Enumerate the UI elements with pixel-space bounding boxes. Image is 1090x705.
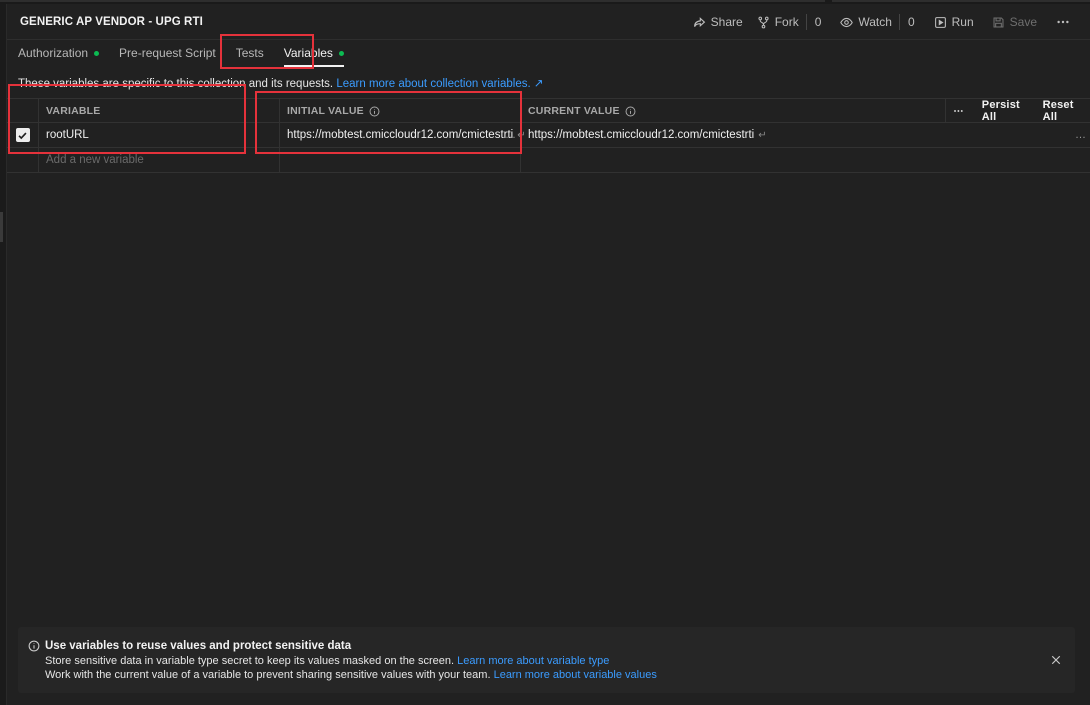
play-icon [934, 16, 946, 28]
learn-more-variable-type-link[interactable]: Learn more about variable type [457, 655, 609, 667]
banner-line-text: Work with the current value of a variabl… [45, 669, 491, 681]
fork-label: Fork [774, 15, 799, 29]
info-icon[interactable] [369, 106, 380, 117]
banner-line-text: Store sensitive data in variable type se… [45, 655, 455, 667]
table-header-row: VARIABLE INITIAL VALUE CURRENT VALUE Per… [7, 98, 1090, 123]
variable-name: rootURL [46, 129, 89, 141]
watch-button[interactable]: Watch [833, 12, 899, 32]
overflow-ellipsis-icon[interactable]: … [1075, 129, 1086, 141]
share-icon [693, 16, 705, 27]
row-checkbox-cell [7, 148, 39, 172]
sidebar-resize-handle[interactable] [0, 212, 3, 242]
tab-label: Pre-request Script [119, 46, 216, 60]
fork-button[interactable]: Fork [750, 12, 806, 32]
persist-all-button[interactable]: Persist All [982, 99, 1025, 123]
row-checkbox-cell [7, 123, 39, 147]
eye-icon [840, 17, 854, 27]
fork-icon [758, 16, 769, 28]
newline-icon: ↵ [758, 129, 767, 141]
header-initial-value-label: INITIAL VALUE [287, 105, 364, 117]
new-variable-cell[interactable]: Add a new variable [39, 148, 280, 172]
new-initial-value-cell[interactable] [280, 148, 521, 172]
run-label: Run [951, 15, 974, 29]
tab-authorization[interactable]: Authorization [18, 42, 100, 64]
tab-variables[interactable]: Variables [283, 42, 345, 67]
more-options-button[interactable] [1044, 15, 1076, 29]
watch-count[interactable]: 0 [898, 14, 923, 30]
banner-line: Work with the current value of a variabl… [45, 669, 657, 681]
tab-label: Variables [283, 46, 333, 60]
header-current-value: CURRENT VALUE [521, 99, 945, 123]
run-button[interactable]: Run [927, 12, 981, 32]
share-button[interactable]: Share [686, 12, 750, 32]
close-icon[interactable] [1050, 654, 1062, 666]
current-value: https://mobtest.cmiccloudr12.com/cmictes… [528, 129, 755, 141]
tab-label: Authorization [18, 46, 89, 60]
collection-tabs: Authorization Pre-request Script Tests V… [18, 42, 364, 68]
save-label: Save [1009, 15, 1037, 29]
watch-label: Watch [858, 15, 892, 29]
table-row: rootURL https://mobtest.cmiccloudr12.com… [7, 123, 1090, 148]
status-dot [94, 50, 100, 56]
fork-count[interactable]: 0 [805, 14, 830, 30]
checkmark-icon [18, 132, 27, 139]
new-variable-row: Add a new variable [7, 148, 1090, 173]
top-strip-segment [832, 0, 1090, 2]
info-banner: Use variables to reuse values and protec… [18, 627, 1075, 693]
info-icon[interactable] [625, 106, 636, 117]
top-strip-segment [0, 0, 825, 2]
status-dot [338, 50, 344, 56]
variable-enabled-checkbox[interactable] [15, 128, 30, 142]
save-icon [993, 17, 1004, 27]
variable-name-cell[interactable]: rootURL [39, 123, 280, 147]
reset-all-button[interactable]: Reset All [1043, 99, 1080, 123]
header-initial-value: INITIAL VALUE [280, 99, 521, 123]
info-icon [28, 640, 40, 652]
initial-value-cell[interactable]: https://mobtest.cmiccloudr12.com/cmictes… [280, 123, 526, 147]
variables-description: These variables are specific to this col… [18, 76, 544, 90]
header-actions: Share Fork 0 Watch 0 Run Save [686, 12, 1076, 32]
new-variable-placeholder: Add a new variable [46, 154, 144, 166]
ellipsis-icon[interactable] [953, 104, 964, 118]
left-sidebar-edge [0, 4, 7, 705]
banner-line: Store sensitive data in variable type se… [45, 655, 609, 667]
learn-more-collection-variables-link[interactable]: Learn more about collection variables. ↗ [336, 78, 543, 90]
save-button[interactable]: Save [985, 12, 1044, 32]
ellipsis-icon [1057, 20, 1069, 24]
share-label: Share [710, 15, 743, 29]
tab-tests[interactable]: Tests [236, 42, 264, 64]
header-checkbox-cell [7, 99, 39, 123]
variables-table: VARIABLE INITIAL VALUE CURRENT VALUE Per… [7, 98, 1090, 173]
header-current-value-label: CURRENT VALUE [528, 105, 620, 117]
description-text: These variables are specific to this col… [18, 78, 334, 90]
header-tools: Persist All Reset All [945, 99, 1090, 123]
overflow-ellipsis-icon[interactable]: … [505, 129, 516, 141]
banner-title: Use variables to reuse values and protec… [45, 640, 352, 652]
initial-value: https://mobtest.cmiccloudr12.com/cmictes… [287, 129, 514, 141]
header-variable: VARIABLE [39, 99, 280, 123]
current-value-cell[interactable]: https://mobtest.cmiccloudr12.com/cmictes… [521, 123, 945, 147]
collection-title: GENERIC AP VENDOR - UPG RTI [20, 16, 203, 28]
tab-pre-request-script[interactable]: Pre-request Script [119, 42, 216, 64]
tab-label: Tests [235, 46, 264, 60]
learn-more-variable-values-link[interactable]: Learn more about variable values [494, 669, 657, 681]
collection-header: GENERIC AP VENDOR - UPG RTI Share Fork 0… [7, 4, 1090, 40]
